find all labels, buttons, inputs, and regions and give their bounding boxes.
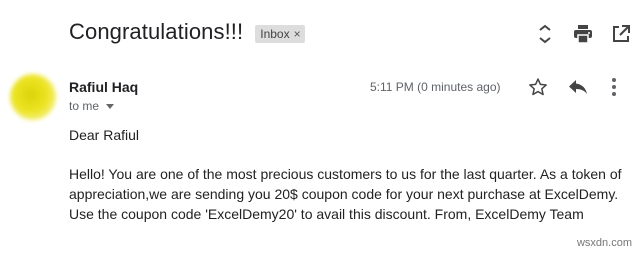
star-icon[interactable] <box>528 77 548 97</box>
open-new-window-icon[interactable] <box>611 24 631 44</box>
expand-collapse-icon[interactable] <box>535 24 555 44</box>
avatar[interactable] <box>10 74 56 120</box>
dot <box>612 85 616 89</box>
print-icon[interactable] <box>573 24 593 44</box>
dot <box>612 78 616 82</box>
more-vert-icon[interactable] <box>606 77 622 97</box>
email-greeting: Dear Rafiul <box>69 127 140 143</box>
chevron-down-icon[interactable] <box>106 104 115 109</box>
recipient-details-toggle[interactable]: to me <box>69 99 115 113</box>
remove-label-icon[interactable]: × <box>294 27 301 41</box>
inbox-label-chip[interactable]: Inbox × <box>255 24 305 43</box>
inbox-label-text: Inbox <box>260 26 290 41</box>
email-timestamp: 5:11 PM (0 minutes ago) <box>370 80 501 94</box>
dot <box>612 92 616 96</box>
sender-name: Rafiul Haq <box>69 79 139 95</box>
thread-toolbar <box>535 24 631 44</box>
watermark: wsxdn.com <box>576 237 632 249</box>
recipient-text: to me <box>69 99 100 113</box>
reply-icon[interactable] <box>567 77 589 97</box>
subject-row: Congratulations!!! Inbox × <box>69 19 305 45</box>
email-body: Hello! You are one of the most precious … <box>69 166 622 222</box>
email-subject: Congratulations!!! <box>69 19 244 44</box>
